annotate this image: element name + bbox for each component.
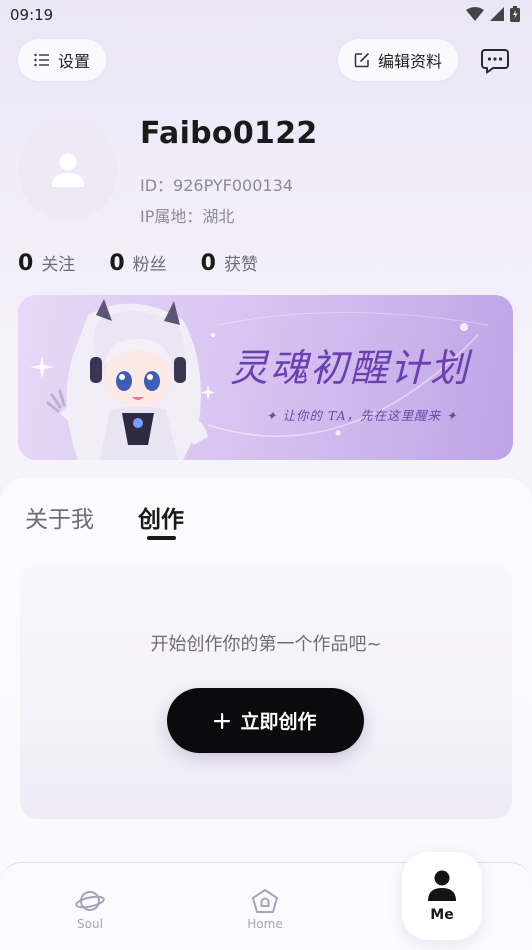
signal-icon [490,7,504,21]
tab-creations[interactable]: 创作 [138,500,184,534]
nav-label: Home [247,917,283,931]
nav-label: Me [430,907,454,923]
create-now-button[interactable]: 立即创作 [167,688,364,753]
anime-character-illustration [46,299,208,460]
stat-following[interactable]: 0 关注 [18,250,75,276]
status-time: 09:19 [10,6,54,24]
username: Faibo0122 [140,116,318,151]
banner-title: 灵魂初醒计划 [230,346,471,390]
nav-label: Soul [77,917,103,931]
status-bar: 09:19 [0,0,532,30]
planet-icon [75,891,105,911]
battery-icon [510,6,520,22]
user-id: ID：926PYF000134 [140,176,293,195]
empty-state-message: 开始创作你的第一个作品吧~ [150,634,382,655]
settings-label: 设置 [58,52,91,71]
stat-label: 粉丝 [132,255,167,275]
stat-label: 关注 [41,255,76,275]
chat-bubble-icon [481,49,509,74]
edit-profile-button[interactable]: 编辑资料 [338,39,459,81]
default-avatar-icon [52,153,84,187]
stat-fans[interactable]: 0 粉丝 [109,250,166,276]
create-now-label: 立即创作 [240,711,317,733]
wifi-icon [466,7,484,21]
stat-label: 获赞 [223,255,258,275]
promo-banner[interactable]: 灵魂初醒计划 ✦ 让你的 TA，先在这里醒来 ✦ [18,295,513,460]
edit-icon [354,53,369,68]
banner-subtitle: ✦ 让你的 TA，先在这里醒来 ✦ [266,408,458,423]
stat-count: 0 [200,251,216,276]
status-icons [466,6,520,22]
stats-row: 0 关注 0 粉丝 0 获赞 [18,250,258,276]
stat-count: 0 [109,251,125,276]
plus-icon [214,712,231,729]
stat-likes[interactable]: 0 获赞 [201,250,258,276]
nav-item-soul[interactable]: Soul [62,888,118,931]
list-icon [34,53,49,67]
tab-about-me[interactable]: 关于我 [25,500,94,534]
stat-count: 0 [18,251,34,276]
edit-profile-label: 编辑资料 [378,52,443,71]
messages-button[interactable] [478,44,512,78]
nav-item-me[interactable]: Me [402,852,482,940]
settings-button[interactable]: 设置 [18,39,107,81]
nav-item-home[interactable]: Home [237,888,293,931]
active-tab-indicator [147,536,176,540]
person-icon [428,870,456,901]
avatar[interactable] [18,120,118,220]
ip-location: IP属地：湖北 [140,207,235,226]
home-icon [252,889,278,913]
